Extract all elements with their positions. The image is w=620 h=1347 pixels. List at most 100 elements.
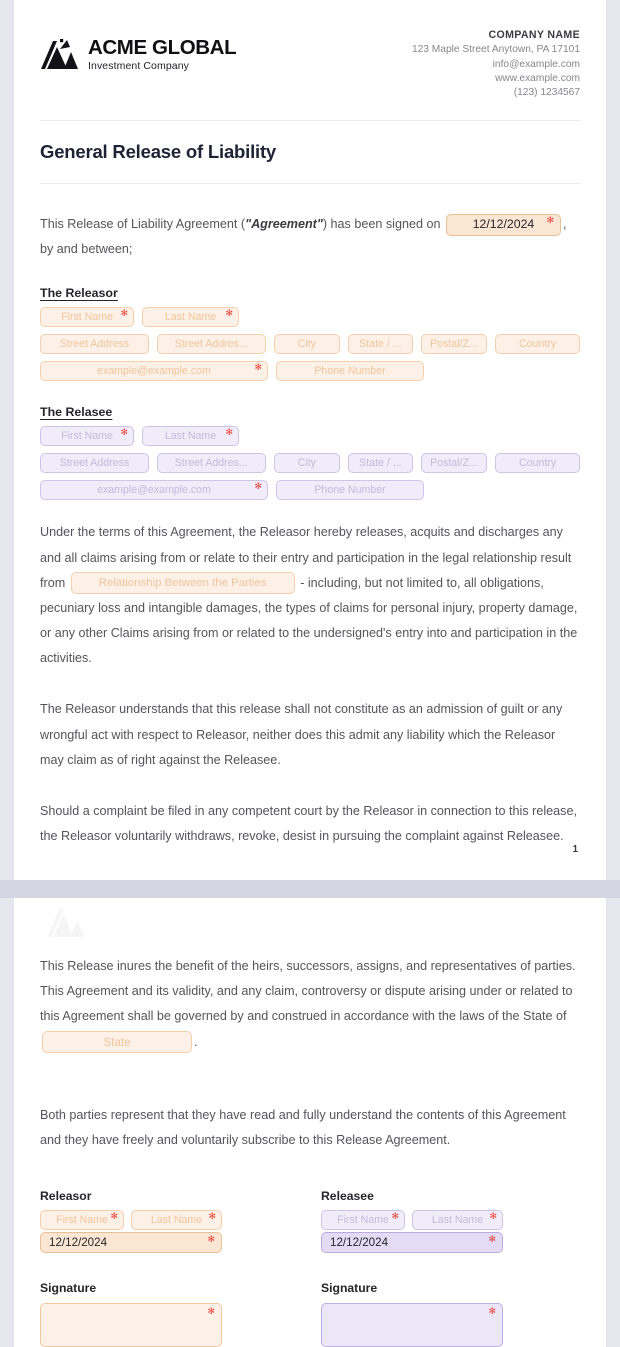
- required-asterisk-icon: ✻: [120, 427, 128, 438]
- company-phone: (123) 1234567: [513, 87, 580, 99]
- releasee-street-address2-input[interactable]: Street Addres...: [156, 453, 266, 474]
- releasor-street1-placeholder: Street Address: [59, 338, 130, 351]
- releasee-section-heading: The Relasee: [40, 405, 113, 420]
- required-asterisk-icon: ✻: [254, 481, 262, 492]
- releasor-last-name-input[interactable]: Last Name ✻: [142, 307, 239, 328]
- required-asterisk-icon: ✻: [207, 1306, 215, 1317]
- complaint-paragraph: Should a complaint be filed in any compe…: [40, 804, 577, 844]
- releasee-first-name-input[interactable]: First Name ✻: [40, 426, 134, 447]
- releasee-signature-date-value: 12/12/2024: [330, 1236, 389, 1250]
- releasor-first-name-input[interactable]: First Name ✻: [40, 307, 134, 328]
- releasee-first-name-placeholder: First Name: [61, 430, 113, 443]
- document-container: ACME GLOBAL Investment Company COMPANY N…: [0, 0, 620, 1347]
- releasor-first-name-placeholder: First Name: [61, 311, 113, 324]
- releasee-country-placeholder: Country: [519, 457, 557, 470]
- required-asterisk-icon: ✻: [546, 214, 554, 225]
- releasor-street2-placeholder: Street Addres...: [174, 338, 248, 351]
- releasor-sig-last-name-input[interactable]: Last Name ✻: [131, 1210, 222, 1231]
- releasee-signature-column: Releasee First Name ✻ Last Name ✻ 12/12/…: [321, 1189, 554, 1347]
- required-asterisk-icon: ✻: [225, 308, 233, 319]
- page-title: General Release of Liability: [40, 140, 277, 162]
- logo-tagline: Investment Company: [88, 60, 190, 73]
- releasor-city-input[interactable]: City: [273, 334, 341, 355]
- releasor-address-row: Street Address Street Addres... City Sta…: [40, 334, 581, 355]
- releasee-signature-pad[interactable]: ✻: [321, 1303, 503, 1347]
- releasee-city-placeholder: City: [297, 457, 316, 470]
- company-address: 123 Maple Street Anytown, PA 17101: [411, 44, 580, 56]
- both-parties-paragraph: Both parties represent that they have re…: [40, 1107, 566, 1147]
- page-break-separator: [0, 880, 620, 898]
- required-asterisk-icon: ✻: [254, 362, 262, 373]
- releasee-email-input[interactable]: example@example.com ✻: [40, 480, 268, 501]
- releasee-name-row: First Name ✻ Last Name ✻: [40, 426, 580, 447]
- inures-paragraph: This Release inures the benefit of the h…: [40, 954, 580, 1055]
- required-asterisk-icon: ✻: [208, 1211, 216, 1222]
- relationship-between-parties-input[interactable]: Relationship Between the Parties: [70, 572, 295, 595]
- governing-state-input[interactable]: State: [42, 1031, 192, 1054]
- releasor-email-input[interactable]: example@example.com ✻: [40, 361, 268, 382]
- admission-paragraph: The Releasor understands that this relea…: [40, 702, 563, 767]
- releasee-signature-name-row: First Name ✻ Last Name ✻: [321, 1210, 554, 1231]
- agreement-emphasis: "Agreement": [245, 216, 323, 231]
- company-logo: ACME GLOBAL Investment Company: [40, 36, 237, 73]
- agreement-date-value: 12/12/2024: [472, 217, 535, 232]
- releasee-street-address-input[interactable]: Street Address: [40, 453, 149, 474]
- releasee-sig-first-name-input[interactable]: First Name ✻: [321, 1210, 405, 1231]
- releasor-postal-code-input[interactable]: Postal/Z...: [420, 334, 488, 355]
- releasee-signature-date-input[interactable]: 12/12/2024 ✻: [321, 1232, 503, 1254]
- releasee-sig-last-name-input[interactable]: Last Name ✻: [412, 1210, 503, 1231]
- releasee-postal-code-input[interactable]: Postal/Z...: [420, 453, 488, 474]
- releasor-section-heading: The Releasor: [40, 286, 118, 301]
- releasee-signature-label: Signature: [321, 1281, 378, 1296]
- signature-section: Releasor First Name ✻ Last Name ✻ 12/12/…: [40, 1189, 580, 1347]
- governing-state-placeholder: State: [103, 1035, 131, 1049]
- releasee-signature-heading: Releasee: [321, 1189, 374, 1204]
- releasor-signature-date-value: 12/12/2024: [49, 1236, 108, 1250]
- releasor-postal-placeholder: Postal/Z...: [430, 338, 478, 351]
- intro-text-middle: ) has been signed on: [322, 216, 441, 231]
- releasor-signature-heading: Releasor: [40, 1189, 92, 1204]
- releasor-signature-name-row: First Name ✻ Last Name ✻: [40, 1210, 273, 1231]
- releasor-email-placeholder: example@example.com: [97, 365, 211, 378]
- relationship-placeholder: Relationship Between the Parties: [98, 576, 267, 589]
- releasor-country-input[interactable]: Country: [495, 334, 581, 355]
- releasor-signature-pad[interactable]: ✻: [40, 1303, 222, 1347]
- agreement-date-field[interactable]: 12/12/2024 ✻: [445, 213, 561, 236]
- terms-paragraph: Under the terms of this Agreement, the R…: [40, 520, 580, 671]
- releasee-street1-placeholder: Street Address: [59, 457, 130, 470]
- releasee-state-input[interactable]: State / ...: [348, 453, 413, 474]
- logo-company-name: ACME GLOBAL: [88, 36, 237, 60]
- watermark-logo-icon: [36, 906, 96, 940]
- releasor-state-input[interactable]: State / ...: [348, 334, 413, 355]
- releasor-state-placeholder: State / ...: [359, 338, 402, 351]
- releasor-sig-first-name-placeholder: First Name: [56, 1214, 108, 1227]
- required-asterisk-icon: ✻: [225, 427, 233, 438]
- releasee-city-input[interactable]: City: [273, 453, 341, 474]
- releasor-sig-first-name-input[interactable]: First Name ✻: [40, 1210, 124, 1231]
- logo-wordmark: ACME GLOBAL Investment Company: [88, 36, 237, 73]
- releasor-last-name-placeholder: Last Name: [164, 311, 217, 324]
- releasor-city-placeholder: City: [297, 338, 316, 351]
- releasor-street-address2-input[interactable]: Street Addres...: [156, 334, 266, 355]
- company-email: info@example.com: [492, 58, 580, 70]
- releasee-phone-placeholder: Phone Number: [314, 484, 386, 497]
- releasor-phone-input[interactable]: Phone Number: [276, 361, 424, 382]
- acme-mountain-arrow-logo-icon: [40, 38, 79, 72]
- releasee-phone-input[interactable]: Phone Number: [276, 480, 424, 501]
- releasor-street-address-input[interactable]: Street Address: [40, 334, 149, 355]
- releasee-last-name-input[interactable]: Last Name ✻: [142, 426, 239, 447]
- releasor-phone-placeholder: Phone Number: [314, 365, 386, 378]
- releasee-email-placeholder: example@example.com: [97, 484, 211, 497]
- releasor-signature-date-input[interactable]: 12/12/2024 ✻: [40, 1232, 222, 1254]
- releasee-state-placeholder: State / ...: [359, 457, 402, 470]
- company-contact-block: COMPANY NAME 123 Maple Street Anytown, P…: [412, 28, 580, 101]
- required-asterisk-icon: ✻: [488, 1306, 496, 1317]
- releasee-sig-first-name-placeholder: First Name: [337, 1214, 389, 1227]
- releasee-country-input[interactable]: Country: [495, 453, 581, 474]
- document-page-1: ACME GLOBAL Investment Company COMPANY N…: [14, 0, 606, 880]
- document-page-2: This Release inures the benefit of the h…: [14, 898, 606, 1347]
- releasor-signature-label: Signature: [40, 1281, 97, 1296]
- inures-text-part1: This Release inures the benefit of the h…: [40, 959, 576, 1024]
- required-asterisk-icon: ✻: [489, 1211, 497, 1222]
- releasor-sig-last-name-placeholder: Last Name: [150, 1214, 203, 1227]
